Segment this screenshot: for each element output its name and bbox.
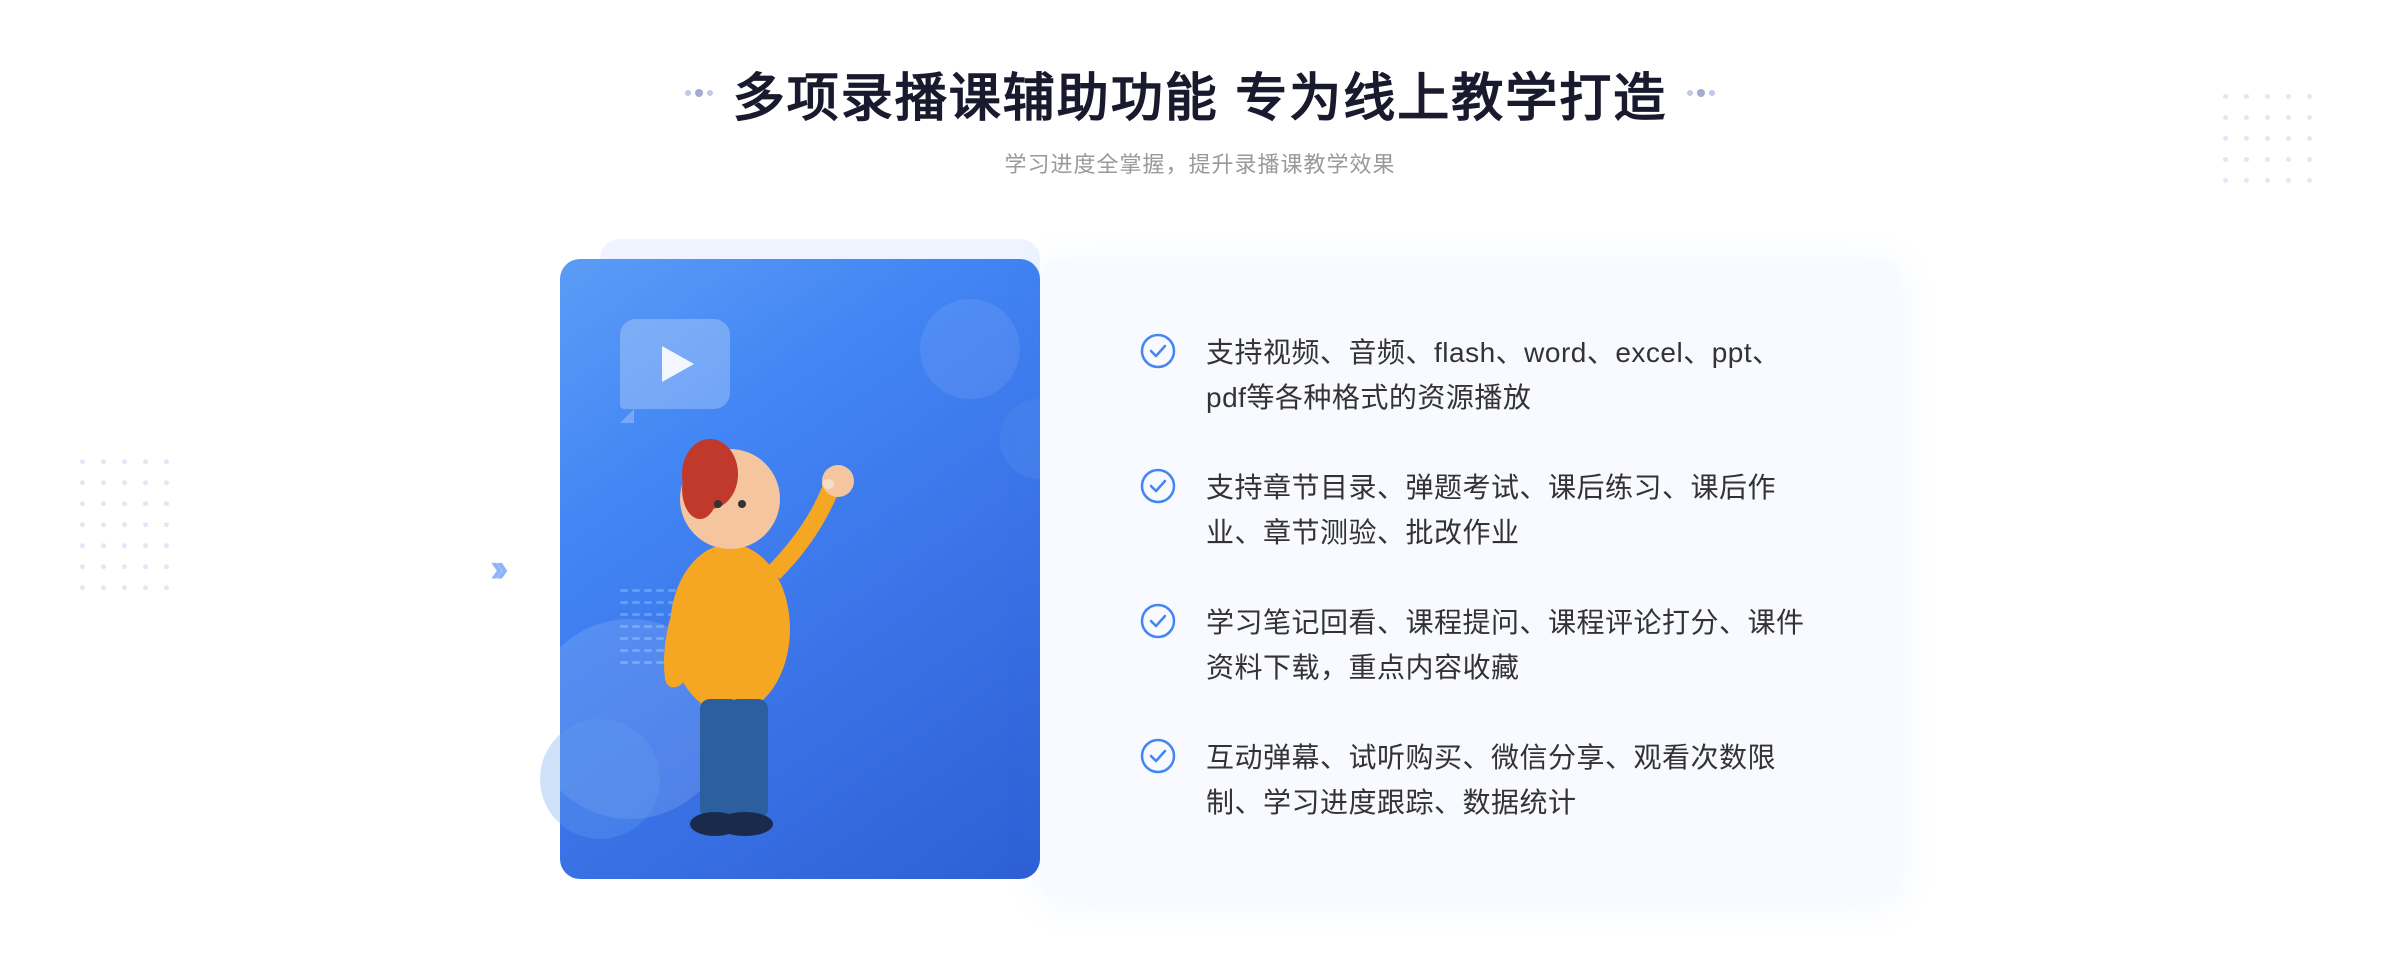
person-figure: [580, 359, 880, 919]
feature-item-1: 支持视频、音频、flash、word、excel、ppt、pdf等各种格式的资源…: [1140, 331, 1820, 421]
check-icon-3: [1140, 603, 1176, 639]
feature-text-2: 支持章节目录、弹题考试、课后练习、课后作业、章节测验、批改作业: [1206, 466, 1820, 556]
features-area: 支持视频、音频、flash、word、excel、ppt、pdf等各种格式的资源…: [1040, 259, 1900, 899]
header-section: 多项录播课辅助功能 专为线上教学打造 学习进度全掌握，提升录播课教学效果: [685, 56, 1715, 179]
main-title: 多项录播课辅助功能 专为线上教学打造: [733, 56, 1667, 131]
header-title-row: 多项录播课辅助功能 专为线上教学打造: [685, 56, 1715, 131]
page-container: 多项录播课辅助功能 专为线上教学打造 学习进度全掌握，提升录播课教学效果: [0, 0, 2400, 979]
feature-item-4: 互动弹幕、试听购买、微信分享、观看次数限制、学习进度跟踪、数据统计: [1140, 736, 1820, 826]
title-dots-right: [1687, 89, 1715, 97]
check-icon-2: [1140, 468, 1176, 504]
check-icon-1: [1140, 333, 1176, 369]
feature-text-1: 支持视频、音频、flash、word、excel、ppt、pdf等各种格式的资源…: [1206, 331, 1820, 421]
bg-dots-right: [2223, 94, 2320, 191]
bg-dots-left: [80, 459, 177, 598]
subtitle: 学习进度全掌握，提升录播课教学效果: [685, 147, 1715, 179]
title-dots-left: [685, 89, 713, 97]
feature-item-2: 支持章节目录、弹题考试、课后练习、课后作业、章节测验、批改作业: [1140, 466, 1820, 556]
feature-text-3: 学习笔记回看、课程提问、课程评论打分、课件资料下载，重点内容收藏: [1206, 601, 1820, 691]
chevrons-decoration: ››: [490, 546, 499, 591]
illustration-area: ››: [500, 239, 1080, 919]
feature-text-4: 互动弹幕、试听购买、微信分享、观看次数限制、学习进度跟踪、数据统计: [1206, 736, 1820, 826]
content-section: ››: [500, 239, 1900, 919]
feature-item-3: 学习笔记回看、课程提问、课程评论打分、课件资料下载，重点内容收藏: [1140, 601, 1820, 691]
check-icon-4: [1140, 738, 1176, 774]
